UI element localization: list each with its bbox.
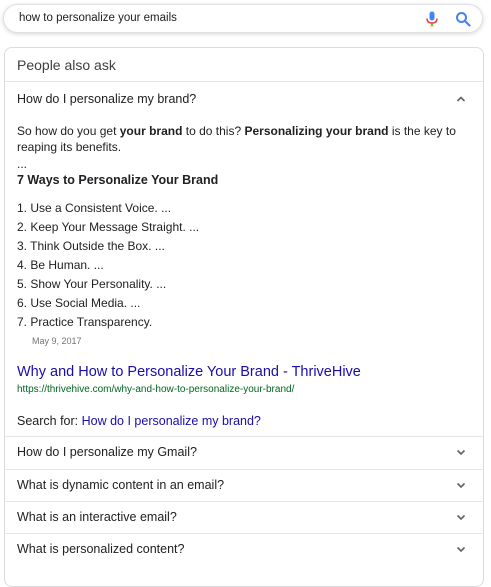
people-also-ask-title: People also ask bbox=[17, 57, 116, 73]
list-item: 6. Use Social Media. ... bbox=[17, 296, 141, 310]
search-input[interactable]: how to personalize your emails bbox=[19, 12, 177, 24]
magnifier-icon[interactable] bbox=[455, 11, 471, 27]
chevron-up-icon[interactable] bbox=[455, 93, 467, 105]
list-item: 2. Keep Your Message Straight. ... bbox=[17, 220, 200, 234]
question-text[interactable]: What is personalized content? bbox=[17, 542, 184, 556]
snippet-ellipsis: ... bbox=[17, 157, 28, 171]
list-heading: 7 Ways to Personalize Your Brand bbox=[17, 173, 219, 187]
search-bar[interactable]: how to personalize your emails bbox=[3, 4, 483, 33]
list-item: 7. Practice Transparency. bbox=[17, 315, 153, 329]
people-also-ask-panel: People also ask How do I personalize my … bbox=[4, 47, 484, 587]
question-text[interactable]: How do I personalize my brand? bbox=[17, 92, 196, 106]
question-text[interactable]: What is an interactive email? bbox=[17, 510, 177, 524]
divider bbox=[5, 469, 483, 470]
result-title-link[interactable]: Why and How to Personalize Your Brand - … bbox=[17, 364, 361, 380]
result-url: https://thrivehive.com/why-and-how-to-pe… bbox=[17, 384, 295, 395]
answer-snippet: So how do you get your brand to do this?… bbox=[17, 124, 456, 154]
chevron-down-icon[interactable] bbox=[455, 446, 467, 458]
list-item: 1. Use a Consistent Voice. ... bbox=[17, 201, 172, 215]
search-for-label: Search for: bbox=[17, 414, 82, 428]
bold-term: your brand bbox=[119, 124, 183, 138]
bold-term: Personalizing your brand bbox=[244, 124, 389, 138]
divider bbox=[5, 501, 483, 502]
question-text[interactable]: How do I personalize my Gmail? bbox=[17, 445, 197, 459]
search-for: Search for: How do I personalize my bran… bbox=[17, 414, 261, 428]
list-item: 4. Be Human. ... bbox=[17, 258, 104, 272]
question-text[interactable]: What is dynamic content in an email? bbox=[17, 478, 224, 492]
search-for-link[interactable]: How do I personalize my brand? bbox=[82, 414, 261, 428]
microphone-icon[interactable] bbox=[425, 11, 439, 27]
list-item: 5. Show Your Personality. ... bbox=[17, 277, 167, 291]
result-date: May 9, 2017 bbox=[32, 336, 82, 346]
divider bbox=[5, 533, 483, 534]
chevron-down-icon[interactable] bbox=[455, 543, 467, 555]
ways-list: 1. Use a Consistent Voice. ... 2. Keep Y… bbox=[17, 199, 199, 332]
chevron-down-icon[interactable] bbox=[455, 511, 467, 523]
chevron-down-icon[interactable] bbox=[455, 479, 467, 491]
divider bbox=[5, 436, 483, 437]
divider bbox=[5, 81, 483, 82]
list-item: 3. Think Outside the Box. ... bbox=[17, 239, 165, 253]
